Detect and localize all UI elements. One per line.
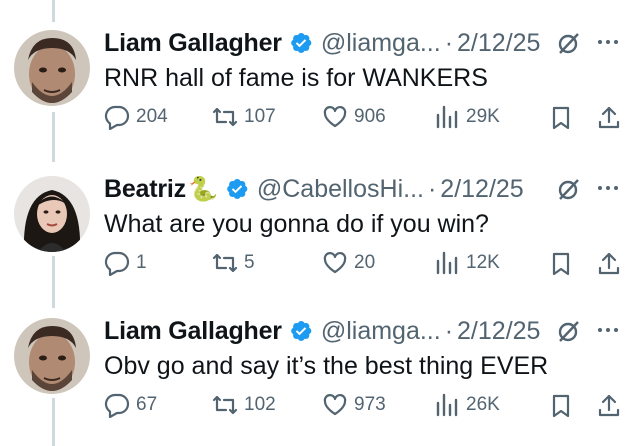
author-handle[interactable]: @CabellosHi... (257, 175, 424, 204)
views-button[interactable]: 12K (434, 250, 500, 276)
retweet-button[interactable]: 107 (212, 104, 276, 130)
verified-badge-icon (289, 319, 313, 343)
views-icon (434, 250, 460, 276)
retweet-icon (212, 392, 238, 418)
views-count: 26K (466, 394, 500, 415)
action-bar: 204 107 906 29K (104, 104, 624, 134)
tweet-text: What are you gonna do if you win? (104, 210, 489, 238)
more-icon[interactable] (598, 328, 618, 332)
retweet-count: 107 (244, 106, 276, 127)
separator-dot: · (444, 28, 454, 57)
views-count: 29K (466, 106, 500, 127)
verified-badge-icon (225, 177, 249, 201)
like-button[interactable]: 20 (322, 250, 375, 276)
separator-dot: · (427, 174, 437, 203)
grok-icon[interactable] (556, 176, 582, 202)
like-icon (322, 250, 348, 276)
tweet-header: Liam Gallagher @liamga... · 2/12/25 (104, 314, 540, 348)
tweet-header: Beatriz 🐍 @CabellosHi... · 2/12/25 (104, 172, 524, 206)
like-button[interactable]: 973 (322, 392, 386, 418)
reply-icon (104, 104, 130, 130)
snake-emoji: 🐍 (187, 175, 218, 203)
reply-button[interactable]: 67 (104, 392, 157, 418)
share-button[interactable] (596, 393, 622, 419)
avatar[interactable] (14, 176, 90, 252)
views-button[interactable]: 26K (434, 392, 500, 418)
action-bar: 1 5 20 12K (104, 250, 624, 280)
like-count: 906 (354, 106, 386, 127)
bookmark-icon (548, 251, 574, 277)
retweet-button[interactable]: 102 (212, 392, 276, 418)
reply-count: 204 (136, 106, 168, 127)
reply-icon (104, 392, 130, 418)
verified-badge-icon (289, 31, 313, 55)
share-icon (596, 251, 622, 277)
like-button[interactable]: 906 (322, 104, 386, 130)
reply-button[interactable]: 1 (104, 250, 147, 276)
tweet[interactable]: Liam Gallagher @liamga... · 2/12/25 Obv … (0, 288, 640, 418)
tweet-text: Obv go and say it’s the best thing EVER (104, 352, 549, 380)
tweet-date[interactable]: 2/12/25 (457, 29, 540, 58)
reply-count: 67 (136, 394, 158, 415)
avatar[interactable] (14, 318, 90, 394)
share-button[interactable] (596, 105, 622, 131)
bookmark-button[interactable] (548, 393, 574, 419)
bookmark-icon (548, 105, 574, 131)
like-icon (322, 104, 348, 130)
retweet-count: 102 (244, 394, 276, 415)
reply-icon (104, 250, 130, 276)
like-icon (322, 392, 348, 418)
tweet-text: RNR hall of fame is for WANKERS (104, 64, 488, 92)
retweet-icon (212, 250, 238, 276)
reply-count: 1 (136, 252, 147, 273)
tweet-date[interactable]: 2/12/25 (440, 175, 523, 204)
views-icon (434, 392, 460, 418)
tweet[interactable]: Liam Gallagher @liamga... · 2/12/25 RNR … (0, 0, 640, 130)
views-icon (434, 104, 460, 130)
like-count: 973 (354, 394, 386, 415)
bookmark-button[interactable] (548, 105, 574, 131)
tweet[interactable]: Beatriz 🐍 @CabellosHi... · 2/12/25 What … (0, 146, 640, 276)
grok-icon[interactable] (556, 30, 582, 56)
avatar[interactable] (14, 30, 90, 106)
tweet-header: Liam Gallagher @liamga... · 2/12/25 (104, 26, 540, 60)
share-icon (596, 105, 622, 131)
action-bar: 67 102 973 26K (104, 392, 624, 422)
author-name[interactable]: Liam Gallagher (104, 29, 282, 58)
more-icon[interactable] (598, 186, 618, 190)
like-count: 20 (354, 252, 376, 273)
author-handle[interactable]: @liamga... (321, 29, 441, 58)
retweet-count: 5 (244, 252, 255, 273)
tweet-date[interactable]: 2/12/25 (457, 317, 540, 346)
views-button[interactable]: 29K (434, 104, 500, 130)
author-handle[interactable]: @liamga... (321, 317, 441, 346)
views-count: 12K (466, 252, 500, 273)
share-button[interactable] (596, 251, 622, 277)
share-icon (596, 393, 622, 419)
author-name[interactable]: Beatriz (104, 175, 186, 204)
bookmark-button[interactable] (548, 251, 574, 277)
retweet-button[interactable]: 5 (212, 250, 255, 276)
separator-dot: · (444, 316, 454, 345)
bookmark-icon (548, 393, 574, 419)
author-name[interactable]: Liam Gallagher (104, 317, 282, 346)
grok-icon[interactable] (556, 318, 582, 344)
retweet-icon (212, 104, 238, 130)
reply-button[interactable]: 204 (104, 104, 168, 130)
more-icon[interactable] (598, 40, 618, 44)
